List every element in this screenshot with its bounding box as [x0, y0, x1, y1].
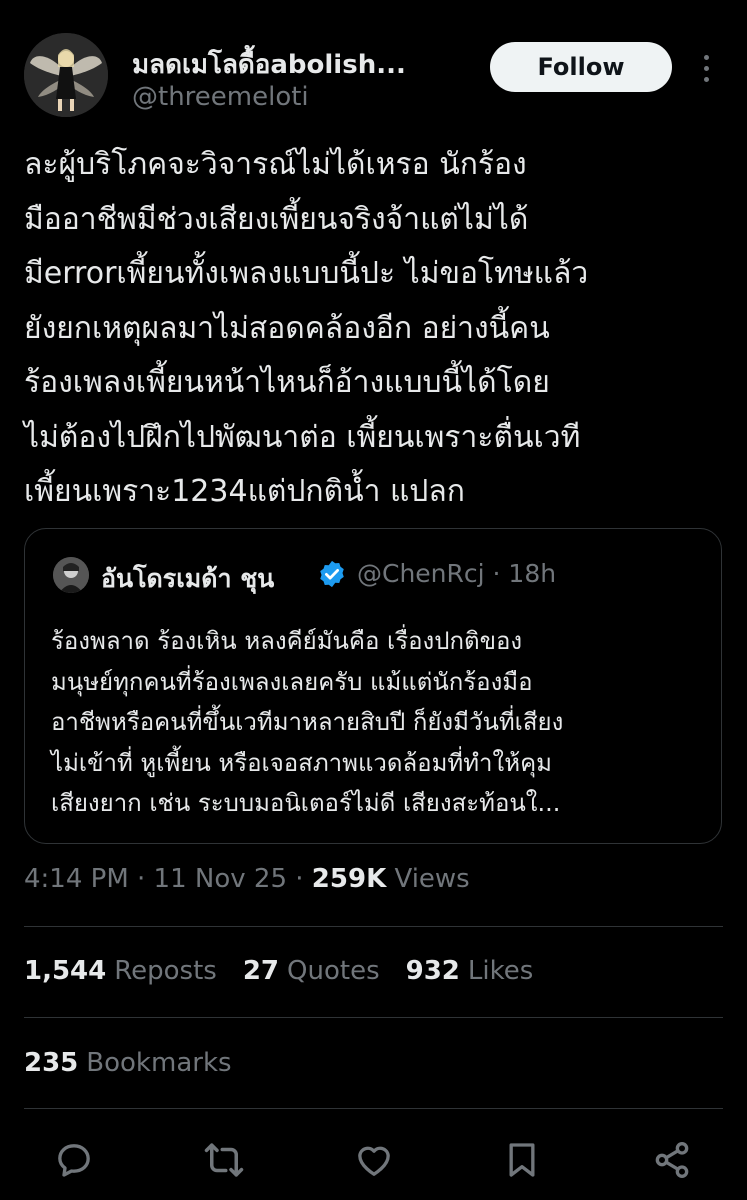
quoted-author-name[interactable]: อันโดรเมด้า ชุน	[101, 559, 274, 599]
timestamp-text[interactable]: 4:14 PM · 11 Nov 25 ·	[24, 864, 312, 894]
reposts-stat[interactable]: 1,544 Reposts	[24, 956, 217, 986]
views-count: 259K	[311, 864, 387, 894]
quote-line: เสียงยาก เช่น ระบบมอนิเตอร์ไม่ดี เสียงสะ…	[51, 789, 561, 817]
tweet-line: ละผู้บริโภคจะวิจารณ์ไม่ได้เหรอ นักร้อง	[24, 147, 527, 182]
reposts-label: Reposts	[114, 956, 217, 986]
tweet-line: มีerrorเพี้ยนทั้งเพลงแบบนี้ปะ ไม่ขอโทษแล…	[24, 256, 589, 291]
tweet-line: ไม่ต้องไปฝึกไปพัฒนาต่อ เพี้ยนเพราะตื่นเว…	[24, 419, 581, 455]
likes-label: Likes	[467, 956, 534, 986]
bookmarks-count: 235	[24, 1048, 79, 1078]
author-handle[interactable]: @threemeloti	[132, 82, 309, 112]
bookmarks-stat[interactable]: 235 Bookmarks	[24, 1048, 232, 1078]
repost-icon[interactable]	[200, 1136, 248, 1184]
quote-line: ไม่เข้าที่ หูเพี้ยน หรือเจอสภาพแวดล้อมที…	[51, 748, 552, 777]
reposts-count: 1,544	[24, 956, 107, 986]
follow-button[interactable]: Follow	[490, 42, 672, 92]
more-options-icon[interactable]	[694, 48, 718, 88]
tweet-line: ยังยกเหตุผลมาไม่สอดคล้องอีก อย่างนี้คน	[24, 310, 550, 346]
quoted-tweet-card[interactable]: อันโดรเมด้า ชุน @ChenRcj · 18h ร้องพลาด …	[24, 528, 722, 844]
views-label: Views	[386, 864, 470, 894]
quotes-stat[interactable]: 27 Quotes	[243, 956, 380, 986]
likes-count: 932	[405, 956, 460, 986]
divider	[24, 1108, 723, 1109]
quoted-author-avatar[interactable]	[53, 557, 89, 593]
tweet-line: ร้องเพลงเพี้ยนหน้าไหนก็อ้างแบบนี้ได้โดย	[24, 365, 550, 400]
tweet-line: เพี้ยนเพราะ1234แต่ปกติน้ำ แปลก	[24, 474, 465, 509]
quoted-handle-time[interactable]: @ChenRcj · 18h	[357, 559, 556, 588]
reply-icon[interactable]	[50, 1136, 98, 1184]
tweet-timestamp[interactable]: 4:14 PM · 11 Nov 25 · 259K Views	[24, 864, 470, 894]
quote-line: ร้องพลาด ร้องเหิน หลงคีย์มันคือ เรื่องปก…	[51, 627, 523, 655]
tweet-text: ละผู้บริโภคจะวิจารณ์ไม่ได้เหรอ นักร้อง ม…	[24, 138, 724, 520]
likes-stat[interactable]: 932 Likes	[406, 956, 534, 986]
divider	[24, 926, 723, 927]
quotes-label: Quotes	[287, 956, 380, 986]
tweet-line: มืออาชีพมีช่วงเสียงเพี้ยนจริงจ้าแต่ไม่ได…	[24, 201, 529, 237]
share-icon[interactable]	[648, 1136, 696, 1184]
like-icon[interactable]	[350, 1136, 398, 1184]
engagement-stats: 1,544 Reposts 27 Quotes 932 Likes	[24, 956, 533, 986]
quoted-tweet-text: ร้องพลาด ร้องเหิน หลงคีย์มันคือ เรื่องปก…	[51, 621, 711, 824]
quote-line: มนุษย์ทุกคนที่ร้องเพลงเลยครับ แม้แต่นักร…	[51, 667, 533, 696]
bookmark-icon[interactable]	[498, 1136, 546, 1184]
quotes-count: 27	[242, 956, 280, 986]
bookmarks-label: Bookmarks	[86, 1048, 232, 1078]
author-display-name[interactable]: มลดเมโลดื้อabolish...	[132, 44, 406, 85]
verified-badge-icon	[320, 560, 344, 588]
quote-line: อาชีพหรือคนที่ขึ้นเวทีมาหลายสิบปี ก็ยังม…	[51, 708, 564, 736]
author-avatar[interactable]	[24, 33, 108, 117]
divider	[24, 1017, 723, 1018]
